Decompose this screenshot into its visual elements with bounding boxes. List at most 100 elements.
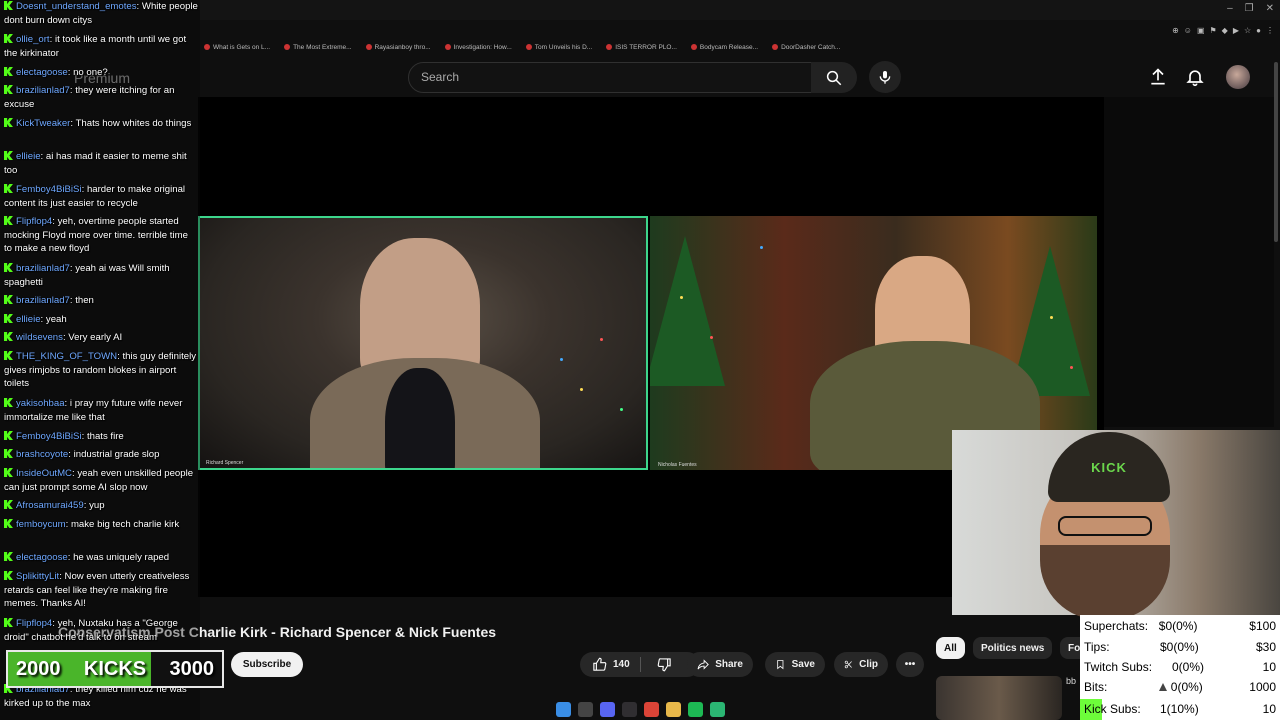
chip-all[interactable]: All [936, 637, 965, 659]
kick-badge-icon [4, 431, 13, 440]
chat-text: Thats how whites do things [75, 118, 192, 129]
bookmark-item[interactable]: Rayasianboy thro... [366, 44, 431, 51]
spotify-icon[interactable] [687, 702, 703, 717]
kick-badge-icon [4, 1, 13, 10]
obs-icon[interactable] [621, 702, 637, 717]
kicks-goal-bar: 2000 KICKS 3000 [6, 650, 224, 688]
chat-message: Femboy4BiBiSi: harder to make original c… [4, 184, 186, 209]
like-count: 140 [613, 659, 630, 670]
search-icon [826, 70, 842, 85]
page-scrollbar[interactable] [1274, 62, 1278, 242]
close-button[interactable]: ✕ [1266, 3, 1274, 14]
recommended-title[interactable]: bb [1066, 676, 1076, 686]
bookmark-item[interactable]: The Most Extreme... [284, 44, 352, 51]
screen: – ❐ ✕ ⊕ ☺ ▣ ⚑ ◆ ▶ ☆ ● ⋮ What is Gets on … [0, 0, 1280, 720]
chip-politics-news[interactable]: Politics news [973, 637, 1053, 659]
taskbar-search-icon[interactable] [577, 702, 593, 717]
stat-row-bits: Bits: 0(0%) 1000 [1084, 677, 1278, 697]
chrome-icon[interactable] [643, 702, 659, 717]
stat-goal: 10 [1262, 660, 1276, 674]
thumbs-up-icon [593, 657, 607, 671]
kick-badge-icon [4, 351, 13, 360]
bookmark-item[interactable]: Investigation: How... [445, 44, 512, 51]
chat-message: Flipflop4: yeh, Nuxtaku has a "George dr… [4, 618, 178, 643]
extension-icon[interactable]: ☺ [1184, 26, 1192, 35]
chat-username: femboycum [16, 519, 66, 530]
avatar[interactable] [1226, 65, 1250, 89]
bookmark-item[interactable]: DoorDasher Catch... [772, 44, 840, 51]
dislike-button[interactable] [647, 657, 684, 672]
chat-message: KickTweaker: Thats how whites do things [4, 117, 198, 131]
discord-icon[interactable] [599, 702, 615, 717]
chat-message: electagoose: no one? [4, 66, 198, 80]
kick-badge-icon [4, 332, 13, 341]
chat-message: ellieie: yeah [4, 313, 198, 327]
bookmark-item[interactable]: ISIS TERROR PLO... [606, 44, 677, 51]
chat-text: yeah [45, 314, 67, 325]
bookmark-item[interactable]: What is Gets on L... [204, 44, 270, 51]
create-button[interactable] [1148, 67, 1168, 92]
stat-row-twitch-subs: Twitch Subs: 0(0%) 10 [1084, 657, 1278, 677]
kick-badge-icon [4, 263, 13, 272]
chat-text: industrial grade slop [73, 449, 160, 460]
chat-username: THE_KING_OF_TOWN [16, 351, 118, 362]
windows-start-icon[interactable] [555, 702, 571, 717]
chat-username: Femboy4BiBiSi [16, 431, 82, 442]
chat-message: brashcoyote: industrial grade slop [4, 448, 198, 462]
menu-icon[interactable]: ⋮ [1266, 26, 1274, 35]
kick-badge-icon [4, 295, 13, 304]
share-button[interactable]: Share [687, 652, 753, 677]
voice-search-button[interactable] [869, 61, 901, 93]
chat-username: brazilianlad7 [16, 295, 70, 306]
stat-value: 0(0%) [1172, 660, 1205, 674]
chat-message: SplikittyLit: Now even utterly creativel… [4, 571, 190, 609]
like-button[interactable]: 140 [580, 657, 641, 672]
extension-icon[interactable]: ⚑ [1210, 26, 1217, 35]
extension-icon[interactable]: ◆ [1222, 26, 1228, 35]
app-icon[interactable] [709, 702, 725, 717]
extension-icon[interactable]: ▣ [1197, 26, 1205, 35]
notifications-button[interactable] [1185, 67, 1205, 92]
subscribe-button[interactable]: Subscribe [231, 652, 303, 677]
chat-username: Doesnt_understand_emotes [16, 1, 137, 12]
chat-username: SplikittyLit [16, 571, 60, 582]
bookmark-item[interactable]: Tom Unveils his D... [526, 44, 592, 51]
chat-username: brashcoyote [16, 449, 69, 460]
extension-icon[interactable]: ▶ [1233, 26, 1239, 35]
chat-message: wildsevens: Very early AI [4, 331, 198, 345]
goal-target: 3000 [169, 657, 214, 680]
chat-username: brazilianlad7 [16, 263, 70, 274]
search-input[interactable]: Search [408, 62, 812, 93]
webcam-glasses [1058, 516, 1152, 536]
stat-goal: 10 [1262, 702, 1276, 716]
chat-message: yakisohbaa: i pray my future wife never … [4, 398, 183, 423]
bell-icon [1186, 70, 1204, 87]
folder-icon[interactable] [665, 702, 681, 717]
browser-tab-bar: – ❐ ✕ [200, 0, 1280, 20]
stat-row-kick-subs: Kick Subs: 1(10%) 10 [1084, 699, 1278, 719]
profile-icon[interactable]: ● [1256, 26, 1261, 35]
scissors-icon [844, 660, 852, 669]
chat-message: femboycum: make big tech charlie kirk [4, 518, 198, 532]
kick-badge-icon [4, 618, 13, 627]
chat-username: Flipflop4 [16, 216, 53, 227]
kick-badge-icon [4, 118, 13, 127]
maximize-button[interactable]: ❐ [1245, 3, 1254, 14]
chat-message: Flipflop4: yeh, overtime people started … [4, 216, 188, 254]
stat-value: 1(10%) [1160, 702, 1199, 716]
minimize-button[interactable]: – [1227, 3, 1233, 14]
stat-label: Superchats: [1084, 619, 1149, 633]
bookmark-item[interactable]: Bodycam Release... [691, 44, 758, 51]
chat-text: yup [89, 500, 105, 511]
clip-label: Clip [859, 659, 878, 670]
upload-icon [1151, 68, 1165, 85]
bookmark-star-icon[interactable]: ☆ [1244, 26, 1251, 35]
zoom-icon[interactable]: ⊕ [1172, 26, 1179, 35]
chat-message: electagoose: he was uniquely raped [4, 551, 198, 565]
search-button[interactable] [811, 62, 857, 93]
clip-button[interactable]: Clip [834, 652, 888, 677]
save-button[interactable]: Save [765, 652, 825, 677]
recommended-thumbnail[interactable] [936, 676, 1062, 720]
chat-username: Flipflop4 [16, 618, 53, 629]
more-actions-button[interactable]: ••• [896, 652, 924, 677]
